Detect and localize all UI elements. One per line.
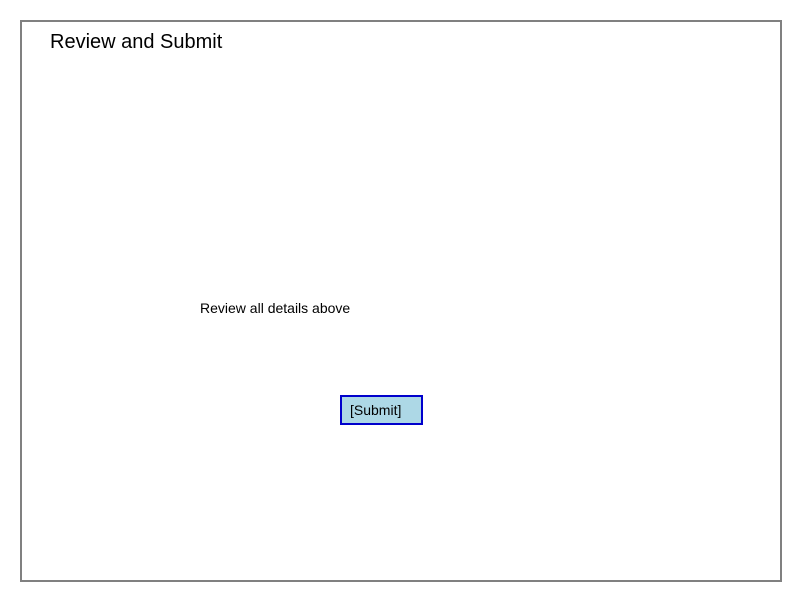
page-frame [20, 20, 782, 582]
submit-button-label: [Submit] [350, 402, 402, 418]
review-instruction-text: Review all details above [200, 300, 351, 316]
page-title: Review and Submit [50, 31, 223, 53]
submit-button[interactable]: [Submit] [340, 395, 423, 425]
